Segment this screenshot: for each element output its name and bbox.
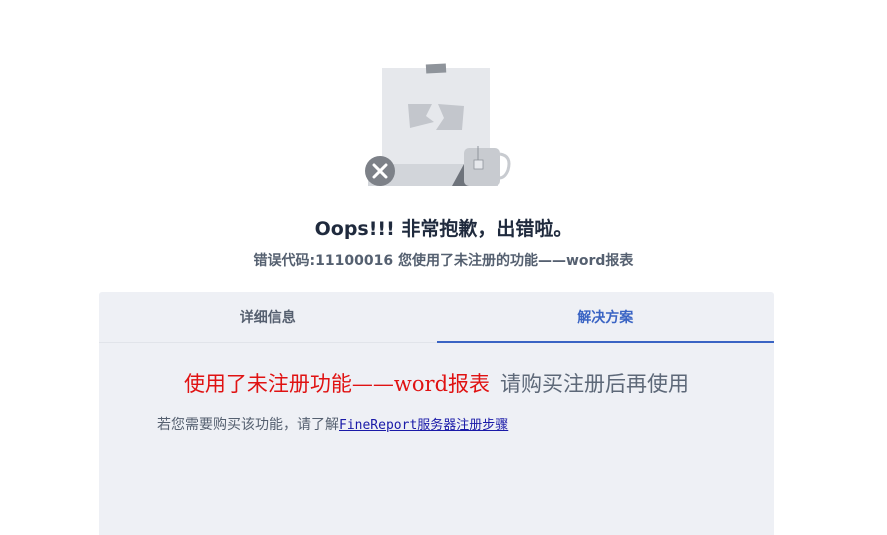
- unregistered-feature-notice: 使用了未注册功能——word报表: [183, 372, 491, 396]
- error-detail-panel: 详细信息 解决方案 使用了未注册功能——word报表 请购买注册后再使用 若您需要…: [99, 292, 774, 535]
- tab-solution[interactable]: 解决方案: [436, 292, 775, 343]
- mug-icon: [464, 146, 511, 186]
- error-title: Oops!!! 非常抱歉，出错啦。: [314, 218, 573, 240]
- purchase-hint: 请购买注册后再使用: [500, 372, 690, 396]
- purchase-info: 若您需要购买该功能，请了解FineReport服务器注册步骤: [157, 414, 508, 434]
- error-code: 错误代码:11100016 您使用了未注册的功能——word报表: [253, 253, 634, 269]
- registration-steps-link[interactable]: FineReport服务器注册步骤: [339, 418, 508, 433]
- solution-notice: 使用了未注册功能——word报表 请购买注册后再使用: [99, 368, 774, 398]
- tab-details[interactable]: 详细信息: [99, 292, 437, 342]
- tab-bar: 详细信息 解决方案: [99, 292, 774, 343]
- purchase-prefix: 若您需要购买该功能，请了解: [157, 417, 339, 433]
- broken-page-illustration: [360, 60, 520, 195]
- close-icon: [365, 156, 395, 186]
